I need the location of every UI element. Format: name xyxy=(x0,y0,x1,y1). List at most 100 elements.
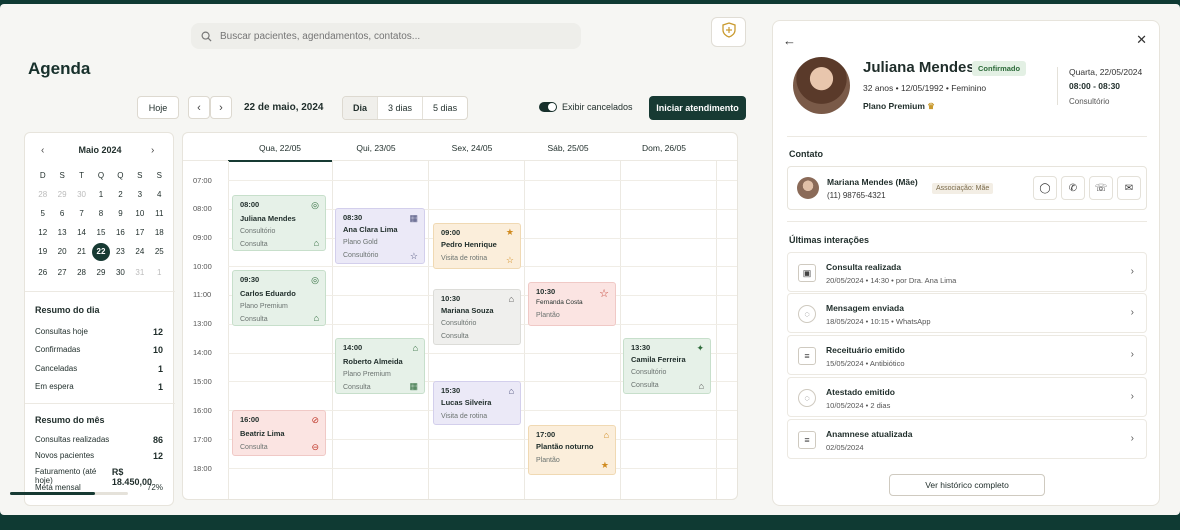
appointment-card[interactable]: 08:30 Ana Clara Lima Plano Gold Consultó… xyxy=(335,208,425,264)
calendar-day[interactable]: 28 xyxy=(72,266,91,280)
day-header[interactable]: Sáb, 25/05 xyxy=(520,143,616,153)
calendar-day[interactable]: 29 xyxy=(52,188,71,202)
interaction-item[interactable]: ◌ Mensagem enviada 18/05/2024 • 10:15 • … xyxy=(787,293,1147,333)
calendar-day[interactable]: 26 xyxy=(33,266,52,280)
calendar-day[interactable]: 30 xyxy=(72,188,91,202)
interaction-title: Mensagem enviada xyxy=(826,303,904,313)
clock-icon: ⊘ xyxy=(311,415,319,425)
calendar-day[interactable]: 15 xyxy=(91,226,110,240)
calendar-day[interactable]: 28 xyxy=(33,188,52,202)
calendar-day[interactable]: 10 xyxy=(130,207,149,221)
stat-row: Novos pacientes 12 xyxy=(35,451,163,461)
search-input[interactable] xyxy=(220,30,560,42)
calendar-day[interactable]: 3 xyxy=(130,188,149,202)
prev-day-button[interactable]: ‹ xyxy=(188,96,210,119)
view-day-tab[interactable]: Dia xyxy=(343,97,379,119)
calendar-day[interactable]: 6 xyxy=(52,207,71,221)
calendar-day[interactable]: 21 xyxy=(72,245,91,259)
calendar-day[interactable]: 27 xyxy=(52,266,71,280)
patient-meta: 32 anos • 12/05/1992 • Feminino xyxy=(863,83,987,93)
appointment-card[interactable]: 14:00 Roberto Almeida Plano Premium Cons… xyxy=(335,338,425,394)
email-button[interactable]: ✉ xyxy=(1117,176,1141,200)
appointment-card[interactable]: 09:30 Carlos Eduardo Plano Premium Consu… xyxy=(232,270,326,326)
appointment-patient: Mariana Souza xyxy=(441,306,494,315)
calendar-day[interactable]: 25 xyxy=(150,245,169,259)
appointment-card[interactable]: 15:30 Lucas Silveira Visita de rotina ⌂ xyxy=(433,381,521,425)
appointment-location: Consultório xyxy=(441,320,477,327)
calendar-day[interactable]: 4 xyxy=(150,188,169,202)
next-month-button[interactable]: › xyxy=(151,145,154,156)
show-cancelled-toggle[interactable] xyxy=(539,102,557,112)
interaction-item[interactable]: ▣ Consulta realizada 20/05/2024 • 14:30 … xyxy=(787,252,1147,292)
mail-icon: ✉ xyxy=(1124,182,1134,194)
calendar-day-selected[interactable]: 22 xyxy=(91,243,110,261)
time-label: 17:00 xyxy=(193,435,212,444)
calendar-day[interactable]: 7 xyxy=(72,207,91,221)
building-icon: ▦ xyxy=(409,213,418,223)
calendar-day[interactable]: 24 xyxy=(130,245,149,259)
next-day-button[interactable]: › xyxy=(210,96,232,119)
calendar-day[interactable]: 13 xyxy=(52,226,71,240)
interaction-item[interactable]: ◌ Atestado emitido 10/05/2024 • 2 dias › xyxy=(787,377,1147,417)
calendar-day[interactable]: 1 xyxy=(91,188,110,202)
calendar-day[interactable]: 17 xyxy=(130,226,149,240)
divider xyxy=(787,136,1147,137)
whatsapp-button[interactable]: ◯ xyxy=(1033,176,1057,200)
interaction-subtitle: 15/05/2024 • Antibiótico xyxy=(826,359,905,368)
appointment-card[interactable]: 10:30 Mariana Souza Consultório Consulta… xyxy=(433,289,521,345)
calendar-day[interactable]: 19 xyxy=(33,245,52,259)
appointment-card[interactable]: 17:00 Plantão noturno Plantão ⌂ ★ xyxy=(528,425,616,475)
search-icon xyxy=(201,31,212,42)
prescription-icon: ≡ xyxy=(798,347,816,365)
start-appointment-button[interactable]: Iniciar atendimento xyxy=(649,96,746,120)
view-5days-tab[interactable]: 5 dias xyxy=(423,97,467,119)
full-history-button[interactable]: Ver histórico completo xyxy=(889,474,1045,496)
calendar-day[interactable]: 11 xyxy=(150,207,169,221)
appointment-card[interactable]: 08:00 Juliana Mendes Consultório Consult… xyxy=(232,195,326,251)
contact-title: Contato xyxy=(789,149,823,159)
view-3days-tab[interactable]: 3 dias xyxy=(378,97,424,119)
day-header[interactable]: Qui, 23/05 xyxy=(328,143,424,153)
appointment-type: Plantão xyxy=(536,312,560,319)
calendar-day[interactable]: 29 xyxy=(91,266,110,280)
calendar-day[interactable]: 18 xyxy=(150,226,169,240)
call-button[interactable]: ✆ xyxy=(1061,176,1085,200)
calendar-day[interactable]: 12 xyxy=(33,226,52,240)
calendar-day[interactable]: 1 xyxy=(150,266,169,280)
day-header[interactable]: Dom, 26/05 xyxy=(616,143,712,153)
search-bar[interactable] xyxy=(191,23,581,49)
today-button[interactable]: Hoje xyxy=(137,96,179,119)
interaction-item[interactable]: ≡ Anamnese atualizada 02/05/2024 › xyxy=(787,419,1147,459)
calendar-day[interactable]: 20 xyxy=(52,245,71,259)
back-button[interactable]: ← xyxy=(783,33,796,48)
calendar-day[interactable]: 23 xyxy=(111,245,130,259)
divider xyxy=(787,221,1147,222)
stat-row: Meta mensal 72% xyxy=(35,483,163,492)
time-label: 09:00 xyxy=(193,233,212,242)
calendar-day[interactable]: 14 xyxy=(72,226,91,240)
calendar-day[interactable]: 31 xyxy=(130,266,149,280)
appointment-card[interactable]: 10:30 Fernanda Costa Plantão ☆ xyxy=(528,282,616,326)
video-call-button[interactable]: ☏ xyxy=(1089,176,1113,200)
appointment-card[interactable]: 16:00 Beatriz Lima Consulta ⊘ ⊖ xyxy=(232,410,326,456)
home-icon: ⌂ xyxy=(313,238,319,248)
appointment-card[interactable]: 09:00 Pedro Henrique Visita de rotina ★ … xyxy=(433,223,521,269)
appointment-card[interactable]: 13:30 Camila Ferreira Consultório Consul… xyxy=(623,338,711,394)
day-header[interactable]: Sex, 24/05 xyxy=(424,143,520,153)
calendar-day[interactable]: 16 xyxy=(111,226,130,240)
stat-row: Consultas hoje 12 xyxy=(35,327,163,337)
calendar-day[interactable]: 5 xyxy=(33,207,52,221)
arrow-left-icon: ← xyxy=(783,33,796,48)
weekday-label: Q xyxy=(117,171,124,180)
day-header[interactable]: Qua, 22/05 xyxy=(232,143,328,153)
certificate-icon: ◌ xyxy=(798,389,816,407)
calendar-day[interactable]: 9 xyxy=(111,207,130,221)
crown-icon: ♛ xyxy=(927,101,935,111)
close-button[interactable]: ✕ xyxy=(1136,32,1147,48)
calendar-day[interactable]: 30 xyxy=(111,266,130,280)
close-icon: ✕ xyxy=(1136,32,1147,47)
calendar-day[interactable]: 8 xyxy=(91,207,110,221)
interaction-item[interactable]: ≡ Receituário emitido 15/05/2024 • Antib… xyxy=(787,335,1147,375)
calendar-day[interactable]: 2 xyxy=(111,188,130,202)
security-button[interactable] xyxy=(711,17,746,47)
